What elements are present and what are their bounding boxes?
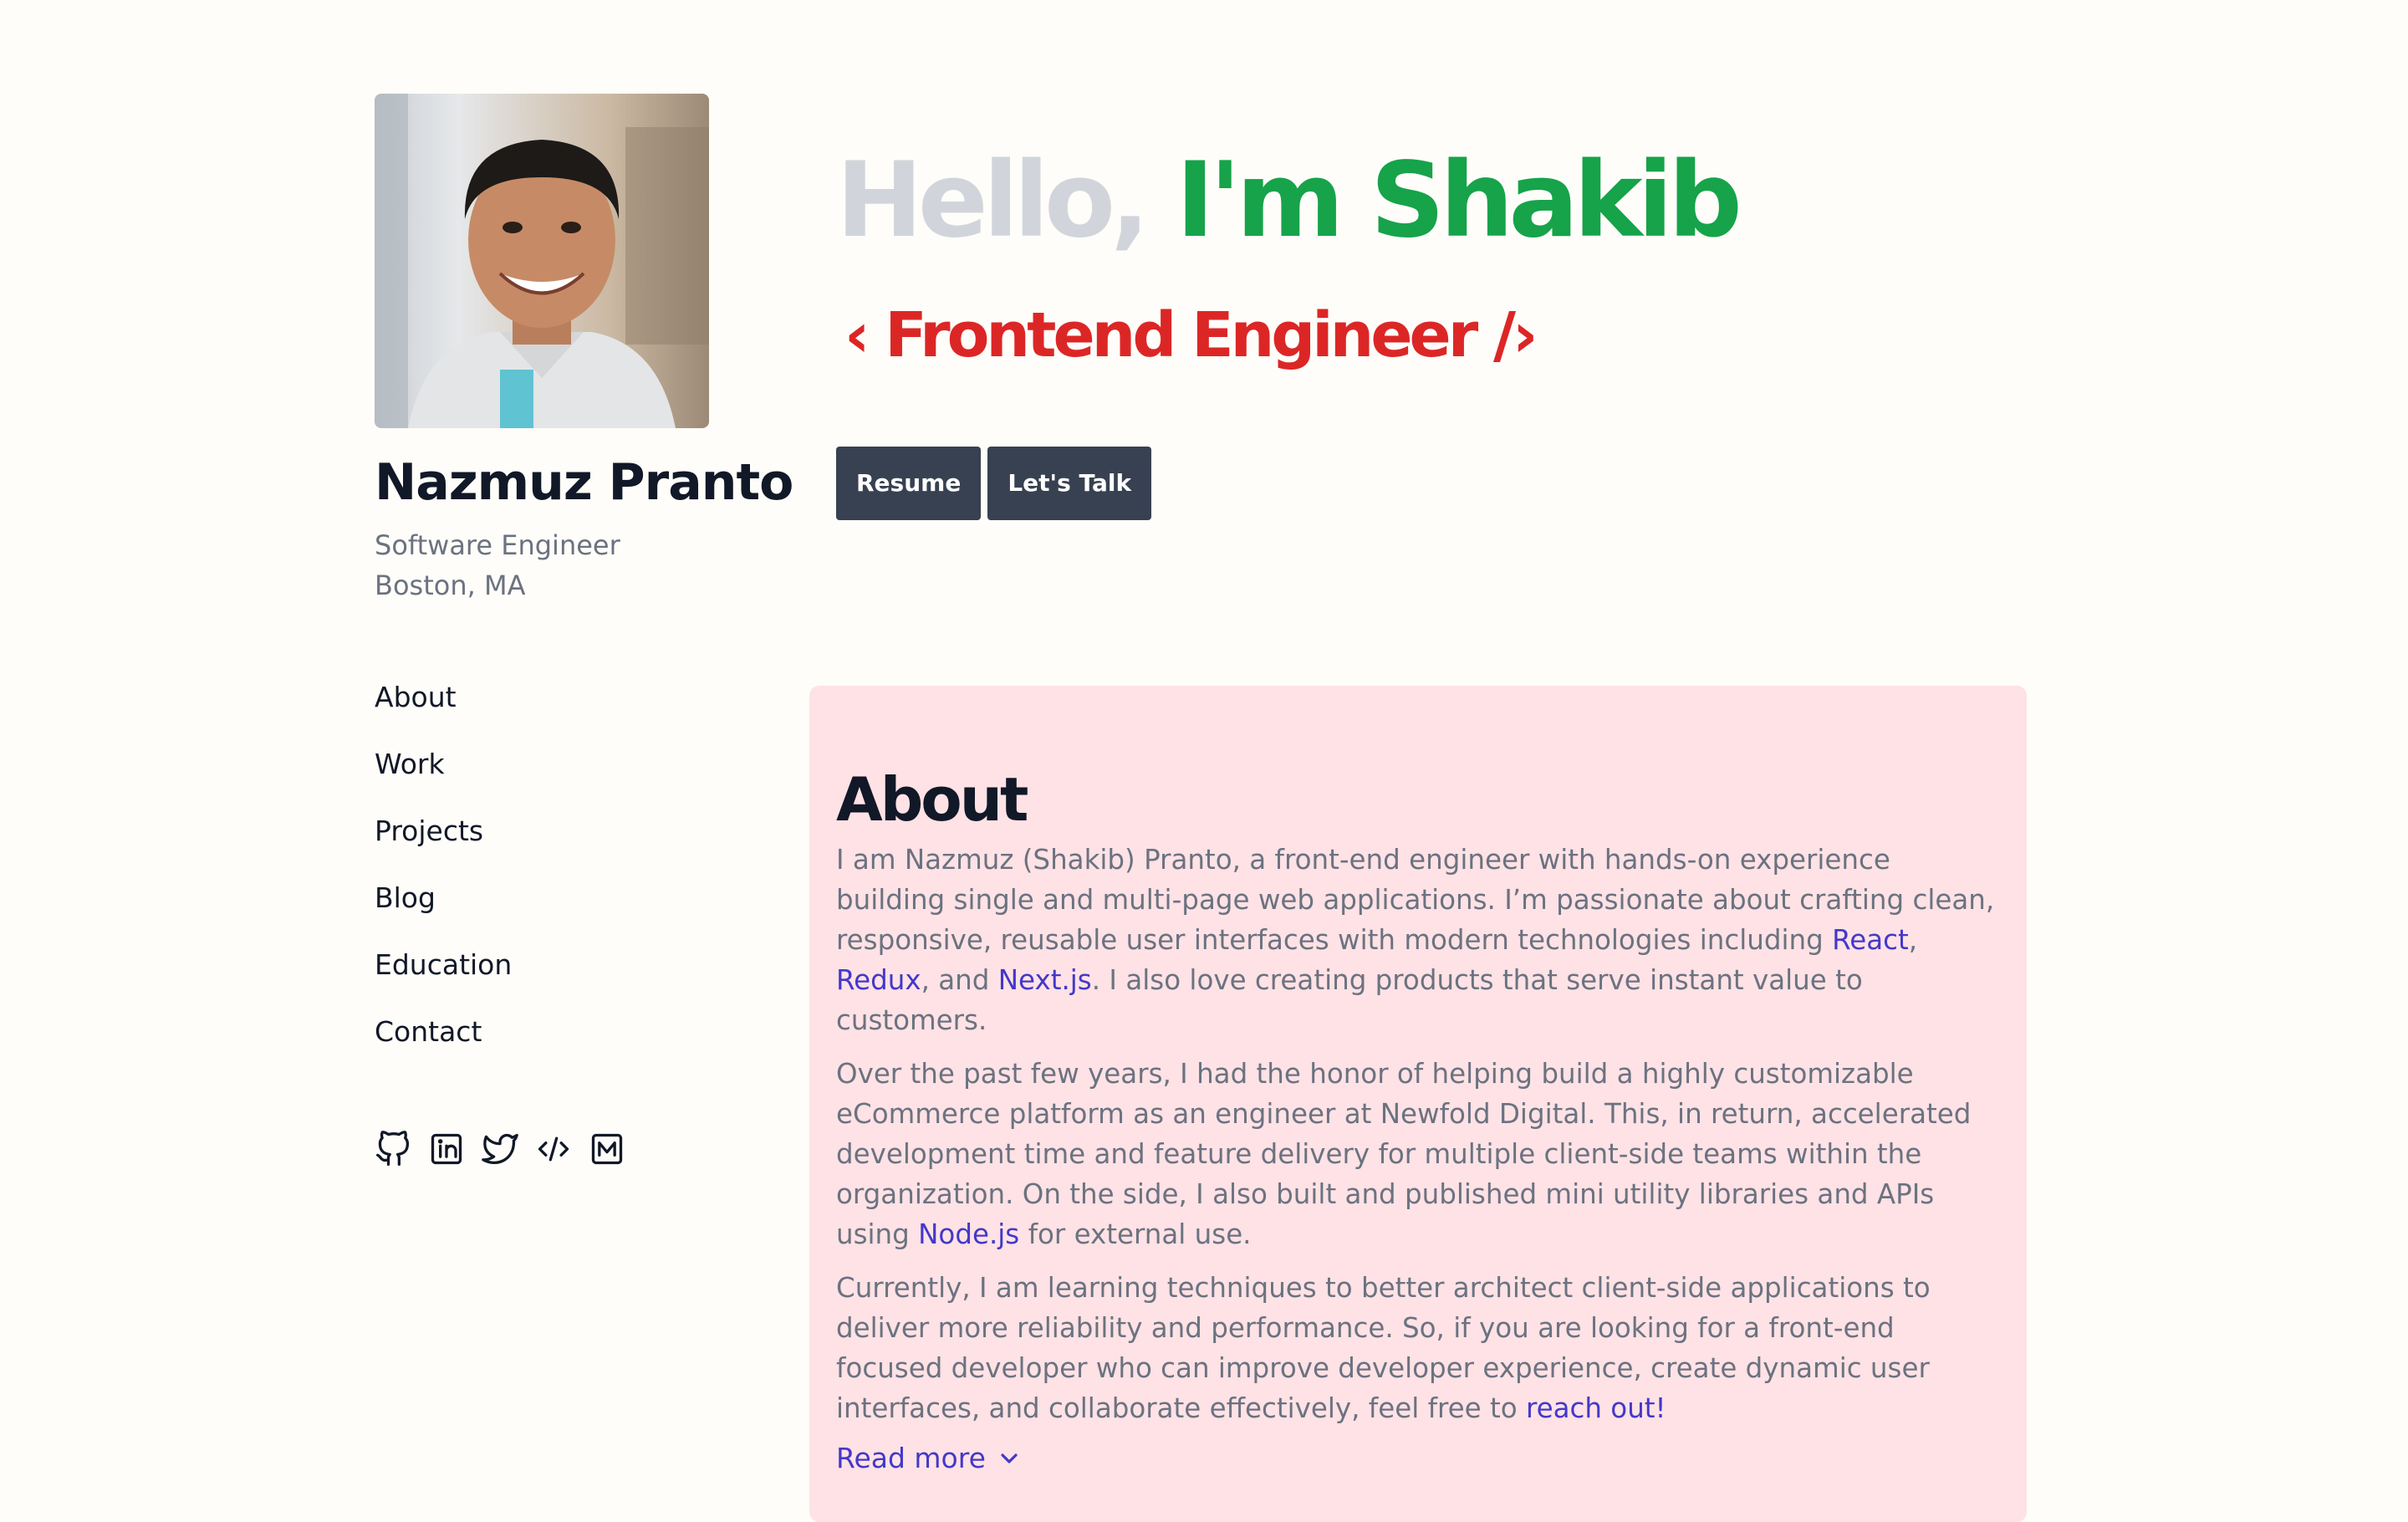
avatar-photo: [375, 94, 709, 428]
nav-item-blog[interactable]: Blog: [375, 881, 776, 948]
nav-item-about[interactable]: About: [375, 681, 776, 748]
twitter-icon[interactable]: [482, 1131, 518, 1167]
read-more-button[interactable]: Read more: [836, 1442, 1023, 1474]
hero-hello: Hello,: [836, 140, 1150, 261]
redux-link[interactable]: Redux: [836, 964, 921, 996]
chevron-down-icon: [1001, 1453, 1018, 1463]
react-link[interactable]: React: [1832, 924, 1909, 956]
nextjs-link[interactable]: Next.js: [998, 964, 1092, 996]
hero-buttons: Resume Let's Talk: [836, 447, 1737, 520]
sidebar-nav: About Work Projects Blog Education Conta…: [375, 681, 776, 1082]
nav-item-contact[interactable]: Contact: [375, 1015, 776, 1082]
hero-subtitle: ‹ Frontend Engineer /›: [844, 299, 1538, 371]
medium-icon[interactable]: [589, 1131, 625, 1167]
hero-name: I'm Shakib: [1176, 140, 1742, 261]
hero: Hello, I'm Shakib ‹ Frontend Engineer /›…: [836, 140, 1742, 520]
profile-name: Nazmuz Pranto: [375, 453, 793, 512]
text: Currently, I am learning techniques to b…: [836, 1272, 1931, 1424]
profile-location: Boston, MA: [375, 569, 526, 601]
avatar: [375, 94, 709, 428]
hero-greeting: Hello, I'm Shakib: [836, 140, 1742, 261]
about-section: About I am Nazmuz (Shakib) Pranto, a fro…: [809, 686, 2027, 1522]
linkedin-icon[interactable]: [428, 1131, 465, 1167]
read-more-label: Read more: [836, 1442, 986, 1474]
nav-item-projects[interactable]: Projects: [375, 815, 776, 881]
nav-item-work[interactable]: Work: [375, 748, 776, 815]
reach-out-link[interactable]: reach out!: [1526, 1392, 1666, 1424]
nav-item-education[interactable]: Education: [375, 948, 776, 1015]
text: ,: [1908, 924, 1918, 956]
sidebar: Nazmuz Pranto Software Engineer Boston, …: [375, 94, 793, 1167]
social-links: [375, 1131, 776, 1167]
text: , and: [921, 964, 998, 996]
profile-role: Software Engineer: [375, 529, 620, 561]
about-paragraph-2: Over the past few years, I had the honor…: [836, 1054, 2000, 1254]
lets-talk-button[interactable]: Let's Talk: [987, 447, 1152, 520]
about-title: About: [836, 764, 1028, 835]
nodejs-link[interactable]: Node.js: [918, 1218, 1019, 1250]
about-paragraph-3: Currently, I am learning techniques to b…: [836, 1268, 2000, 1428]
resume-button[interactable]: Resume: [836, 447, 982, 520]
text: I am Nazmuz (Shakib) Pranto, a front-end…: [836, 844, 1995, 956]
about-paragraph-1: I am Nazmuz (Shakib) Pranto, a front-end…: [836, 840, 2000, 1040]
github-icon[interactable]: [375, 1131, 411, 1167]
code-icon[interactable]: [535, 1131, 572, 1167]
text: for external use.: [1019, 1218, 1252, 1250]
